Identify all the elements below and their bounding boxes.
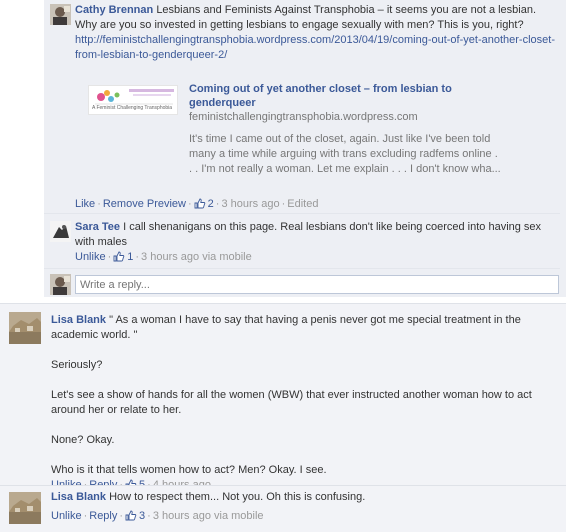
avatar[interactable]	[9, 492, 41, 524]
reply-actions: Unlike · 1 · 3 hours ago via mobile	[75, 251, 252, 263]
reply-item: Sara Tee I call shenanigans on this page…	[44, 214, 560, 269]
author-name[interactable]: Lisa Blank	[51, 491, 106, 503]
comment-paragraph: " As a woman I have to say that having a…	[51, 314, 521, 341]
edited-label[interactable]: Edited	[287, 198, 318, 210]
unlike-link[interactable]: Unlike	[75, 251, 106, 263]
reply-thread: Cathy Brennan Lesbians and Feminists Aga…	[44, 0, 566, 297]
like-count[interactable]: 1	[113, 251, 133, 263]
thumbs-up-icon	[125, 510, 137, 521]
timestamp[interactable]: 3 hours ago via mobile	[141, 251, 252, 263]
my-avatar	[50, 274, 71, 295]
author-name[interactable]: Lisa Blank	[51, 314, 106, 326]
comment-paragraph: None? Okay.	[51, 434, 115, 446]
comment-item: Lisa Blank " As a woman I have to say th…	[0, 303, 566, 491]
like-count-value: 1	[127, 251, 134, 263]
author-name[interactable]: Cathy Brennan	[75, 4, 153, 16]
avatar[interactable]	[50, 4, 71, 25]
timestamp[interactable]: 3 hours ago via mobile	[153, 510, 264, 522]
thumbs-up-icon	[113, 251, 125, 262]
preview-description: It's time I came out of the closet, agai…	[189, 133, 501, 175]
avatar[interactable]	[9, 312, 41, 344]
preview-domain: feministchallengingtransphobia.wordpress…	[189, 111, 418, 123]
reply-item: Cathy Brennan Lesbians and Feminists Aga…	[44, 0, 560, 214]
post-link[interactable]: http://feministchallengingtransphobia.wo…	[75, 34, 555, 61]
thumbs-up-icon	[194, 198, 205, 209]
preview-image-caption: A Feminist Challenging Transphobia	[92, 105, 173, 111]
preview-title[interactable]: Coming out of yet another closet – from …	[189, 82, 499, 110]
reply-actions: Like · Remove Preview · 2 · 3 hours ago · Edited	[75, 198, 319, 210]
comment-paragraph: Who is it that tells women how to act? M…	[51, 464, 327, 476]
reply-text: I call shenanigans on this page. Real le…	[75, 221, 542, 248]
like-count[interactable]: 3	[125, 510, 145, 522]
reply-link[interactable]: Reply	[89, 510, 117, 522]
like-count-value: 2	[207, 198, 214, 210]
avatar[interactable]	[50, 221, 71, 242]
reply-input[interactable]	[75, 275, 559, 294]
comment-paragraph: Seriously?	[51, 359, 103, 371]
comment-actions: Unlike · Reply · 3 · 3 hours ago via mobile	[51, 510, 264, 522]
like-count[interactable]: 2	[194, 198, 214, 210]
like-count-value: 3	[139, 510, 146, 522]
timestamp[interactable]: 3 hours ago	[221, 198, 279, 210]
comment-item: Lisa Blank How to respect them... Not yo…	[0, 485, 566, 532]
unlike-link[interactable]: Unlike	[51, 510, 82, 522]
comment-text: How to respect them... Not you. Oh this …	[109, 491, 366, 503]
author-name[interactable]: Sara Tee	[75, 221, 120, 233]
like-link[interactable]: Like	[75, 198, 95, 210]
link-preview[interactable]: A Feminist Challenging Transphobia Comin…	[88, 81, 508, 189]
remove-preview-link[interactable]: Remove Preview	[103, 198, 186, 210]
preview-thumbnail[interactable]: A Feminist Challenging Transphobia	[88, 85, 178, 115]
comment-paragraph: Let's see a show of hands for all the wo…	[51, 389, 532, 416]
